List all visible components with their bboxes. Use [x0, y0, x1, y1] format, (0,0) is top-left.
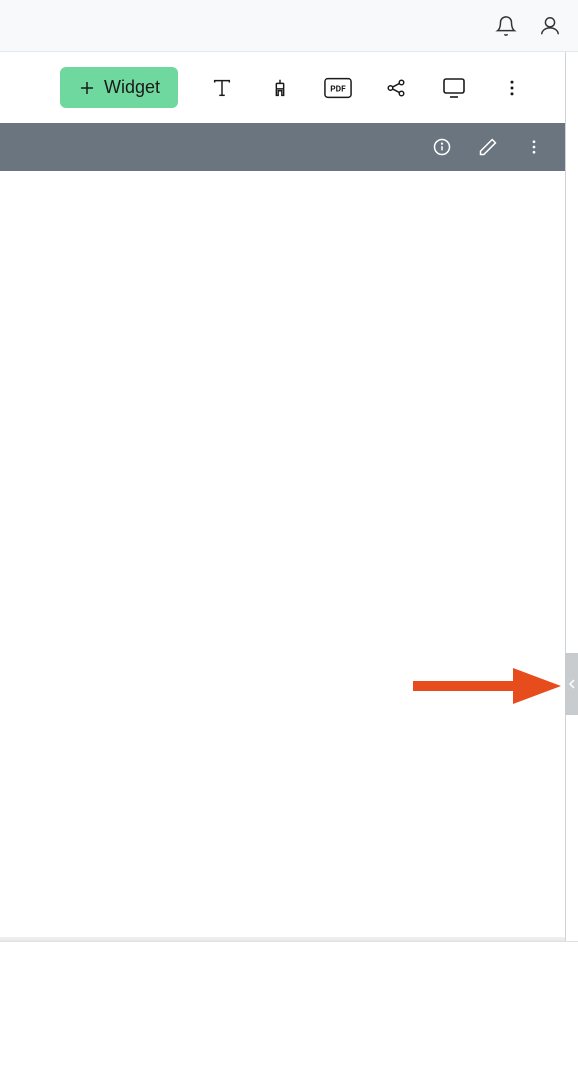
canvas-area[interactable] — [0, 171, 566, 941]
more-vertical-icon — [525, 138, 543, 156]
widget-button-label: Widget — [104, 77, 160, 98]
toolbar-more-button[interactable] — [498, 74, 526, 102]
right-border — [565, 52, 566, 941]
bottom-area — [0, 941, 578, 1074]
app-header — [0, 0, 578, 52]
brush-tool-button[interactable] — [266, 74, 294, 102]
info-icon — [432, 137, 452, 157]
pencil-icon — [478, 137, 498, 157]
brush-icon — [269, 77, 291, 99]
panel-more-button[interactable] — [522, 135, 546, 159]
pdf-icon: PDF — [324, 77, 352, 99]
panel-header — [0, 123, 566, 171]
profile-button[interactable] — [536, 12, 564, 40]
share-button[interactable] — [382, 74, 410, 102]
more-vertical-icon — [502, 78, 522, 98]
screen-icon — [442, 77, 466, 99]
svg-text:PDF: PDF — [330, 84, 346, 94]
pdf-export-button[interactable]: PDF — [324, 74, 352, 102]
chevron-left-icon — [568, 678, 576, 690]
panel-info-button[interactable] — [430, 135, 454, 159]
bell-icon — [495, 15, 517, 37]
panel-edit-button[interactable] — [476, 135, 500, 159]
user-icon — [539, 15, 561, 37]
plus-icon — [78, 79, 96, 97]
text-icon — [211, 77, 233, 99]
presentation-button[interactable] — [440, 74, 468, 102]
share-icon — [385, 77, 407, 99]
main-toolbar: Widget PDF — [0, 52, 578, 123]
add-widget-button[interactable]: Widget — [60, 67, 178, 108]
collapse-panel-tab[interactable] — [565, 653, 578, 715]
text-tool-button[interactable] — [208, 74, 236, 102]
notifications-button[interactable] — [492, 12, 520, 40]
